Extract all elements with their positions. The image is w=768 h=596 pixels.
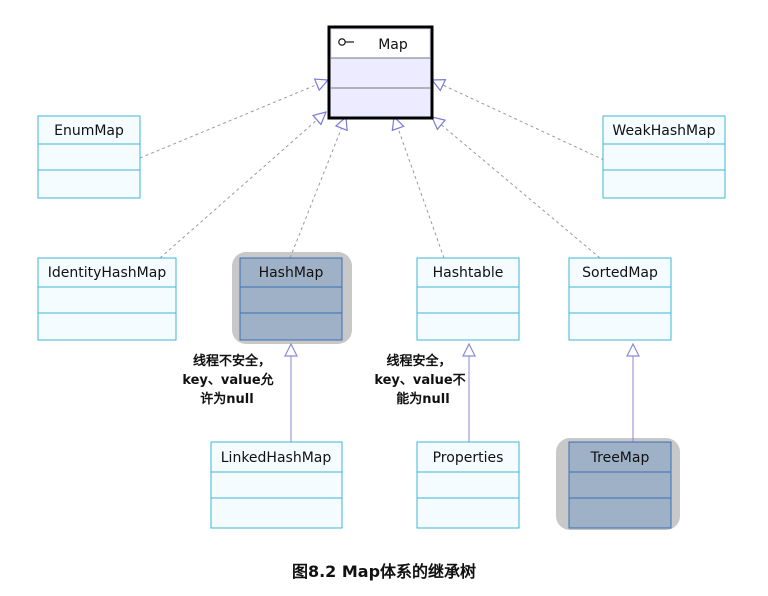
figure-caption: 图8.2 Map体系的继承树: [292, 562, 476, 581]
identityhashmap-class-box: IdentityHashMap: [37, 257, 177, 341]
hashmap-note-line-3: 许为null: [200, 391, 253, 407]
hashtable-note-line-3: 能为null: [396, 391, 449, 407]
enummap-class-box: EnumMap: [37, 115, 141, 199]
hashtable-class-box: Hashtable: [416, 257, 520, 341]
weakhashmap-to-map-line: [432, 80, 605, 161]
weakhashmap-class-name: WeakHashMap: [612, 123, 715, 139]
properties-class-box: Properties: [416, 441, 520, 529]
linkedhashmap-class-box: LinkedHashMap: [210, 441, 343, 529]
hashtable-note-line-2: key、value不: [374, 373, 465, 388]
hashtable-note: 线程安全， key、value不 能为null: [374, 353, 465, 407]
hashmap-to-map-line: [289, 117, 346, 259]
treemap-class-name: TreeMap: [590, 450, 650, 466]
map-class-name: Map: [378, 37, 408, 53]
sortedmap-class-box: SortedMap: [568, 257, 672, 341]
enummap-class-name: EnumMap: [54, 123, 124, 139]
treemap-class-box: TreeMap: [568, 441, 672, 529]
linkedhashmap-class-name: LinkedHashMap: [221, 450, 332, 466]
map-inheritance-diagram: Map EnumMap WeakHashMap IdentityHashMap …: [37, 25, 726, 581]
sortedmap-to-map-line: [432, 117, 601, 259]
hashmap-note-line-2: key、value允: [182, 372, 273, 388]
hashmap-class-box: HashMap: [239, 257, 343, 341]
weakhashmap-class-box: WeakHashMap: [602, 115, 726, 199]
hashmap-class-name: HashMap: [259, 265, 324, 281]
hashtable-note-line-1: 线程安全，: [386, 353, 451, 369]
identityhashmap-to-map-line: [159, 112, 326, 259]
hashmap-note-line-1: 线程不安全，: [193, 353, 271, 369]
enummap-to-map-line: [139, 80, 328, 159]
hashmap-note: 线程不安全， key、value允 许为null: [182, 353, 273, 407]
hashtable-class-name: Hashtable: [433, 265, 504, 281]
map-interface-box: Map: [327, 25, 434, 120]
hashtable-to-map-line: [394, 117, 445, 259]
sortedmap-class-name: SortedMap: [582, 265, 658, 281]
properties-class-name: Properties: [433, 450, 504, 466]
identityhashmap-class-name: IdentityHashMap: [48, 265, 167, 281]
